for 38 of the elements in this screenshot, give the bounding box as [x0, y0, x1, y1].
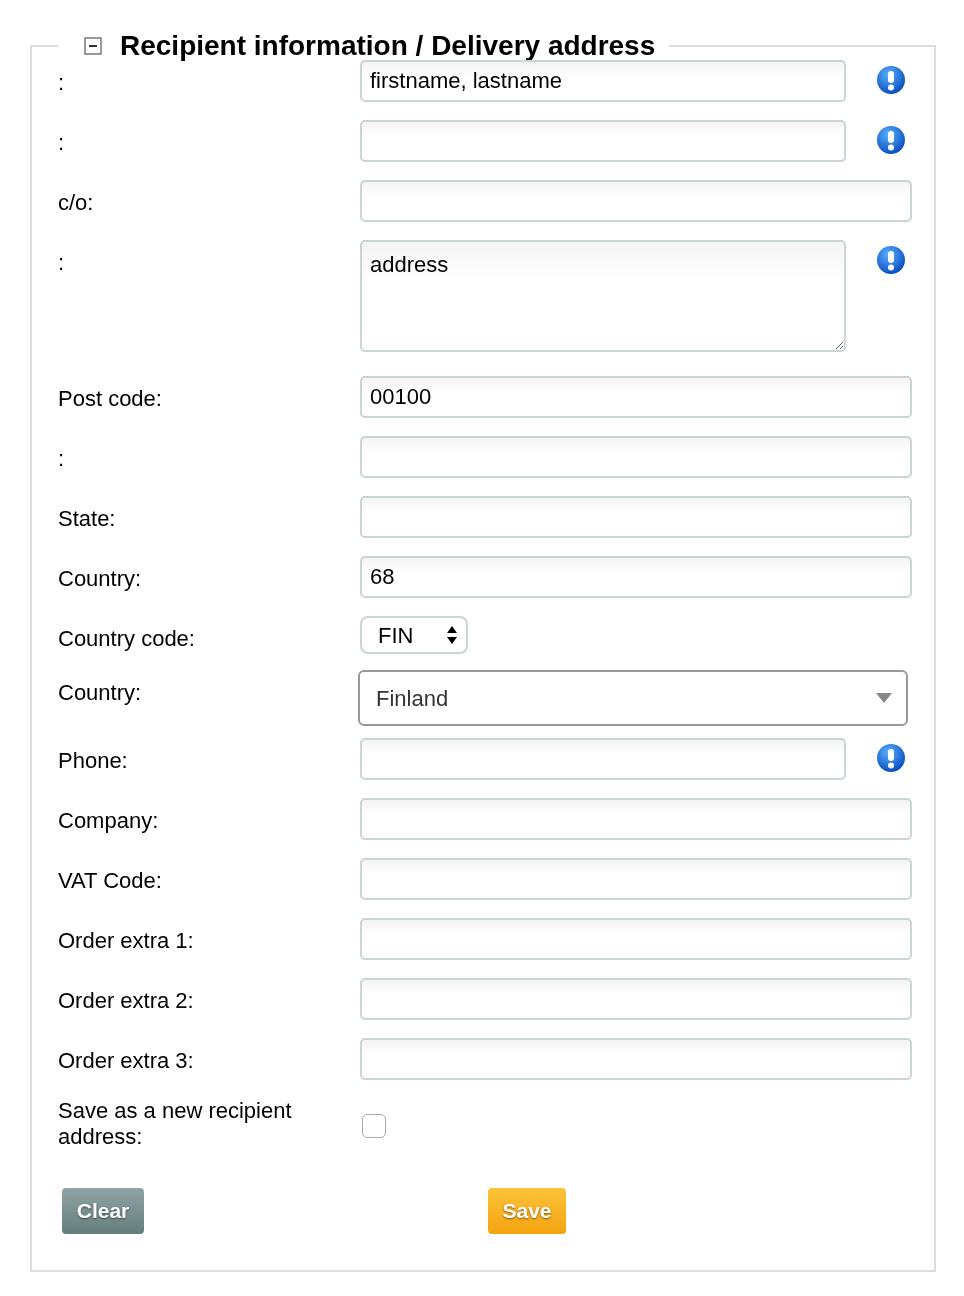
checkbox[interactable]	[362, 1114, 386, 1138]
section-title: Recipient information / Delivery address	[120, 32, 656, 60]
text-area[interactable]: address	[360, 240, 846, 352]
field-label: VAT Code:	[58, 867, 163, 894]
input-field[interactable]	[360, 978, 912, 1020]
input-field[interactable]	[360, 180, 912, 222]
field-label: Save as a new recipient address:	[58, 1098, 293, 1150]
input-field[interactable]	[360, 858, 912, 900]
input-field[interactable]	[360, 496, 912, 538]
country-select[interactable]: Finland	[358, 670, 908, 726]
field-label: State:	[58, 505, 117, 532]
field-label: Country code:	[58, 625, 196, 652]
dropdown-arrow-icon	[876, 693, 892, 703]
input-field[interactable]: firstname, lastname	[360, 60, 846, 102]
input-field[interactable]	[360, 738, 846, 780]
field-label: Country:	[58, 565, 143, 592]
input-field[interactable]	[360, 798, 912, 840]
field-label: Company:	[58, 807, 160, 834]
field-label: c/o:	[58, 189, 95, 216]
field-label: Order extra 2:	[58, 987, 195, 1014]
input-field[interactable]: 68	[360, 556, 912, 598]
collapse-icon[interactable]	[84, 37, 102, 55]
input-field[interactable]	[360, 1038, 912, 1080]
field-label: :	[58, 249, 66, 276]
field-label: Country:	[58, 679, 143, 706]
field-label: Post code:	[58, 385, 163, 412]
input-field[interactable]	[360, 436, 912, 478]
field-label: Order extra 1:	[58, 927, 195, 954]
field-label: Order extra 3:	[58, 1047, 195, 1074]
input-field[interactable]	[360, 120, 846, 162]
stepper-arrows-icon	[446, 624, 458, 646]
field-label: :	[58, 445, 66, 472]
field-label: :	[58, 129, 66, 156]
input-field[interactable]	[360, 918, 912, 960]
country-code-select[interactable]: FIN	[360, 616, 468, 654]
input-field[interactable]: 00100	[360, 376, 912, 418]
field-label: Phone:	[58, 747, 129, 774]
field-label: :	[58, 69, 66, 96]
